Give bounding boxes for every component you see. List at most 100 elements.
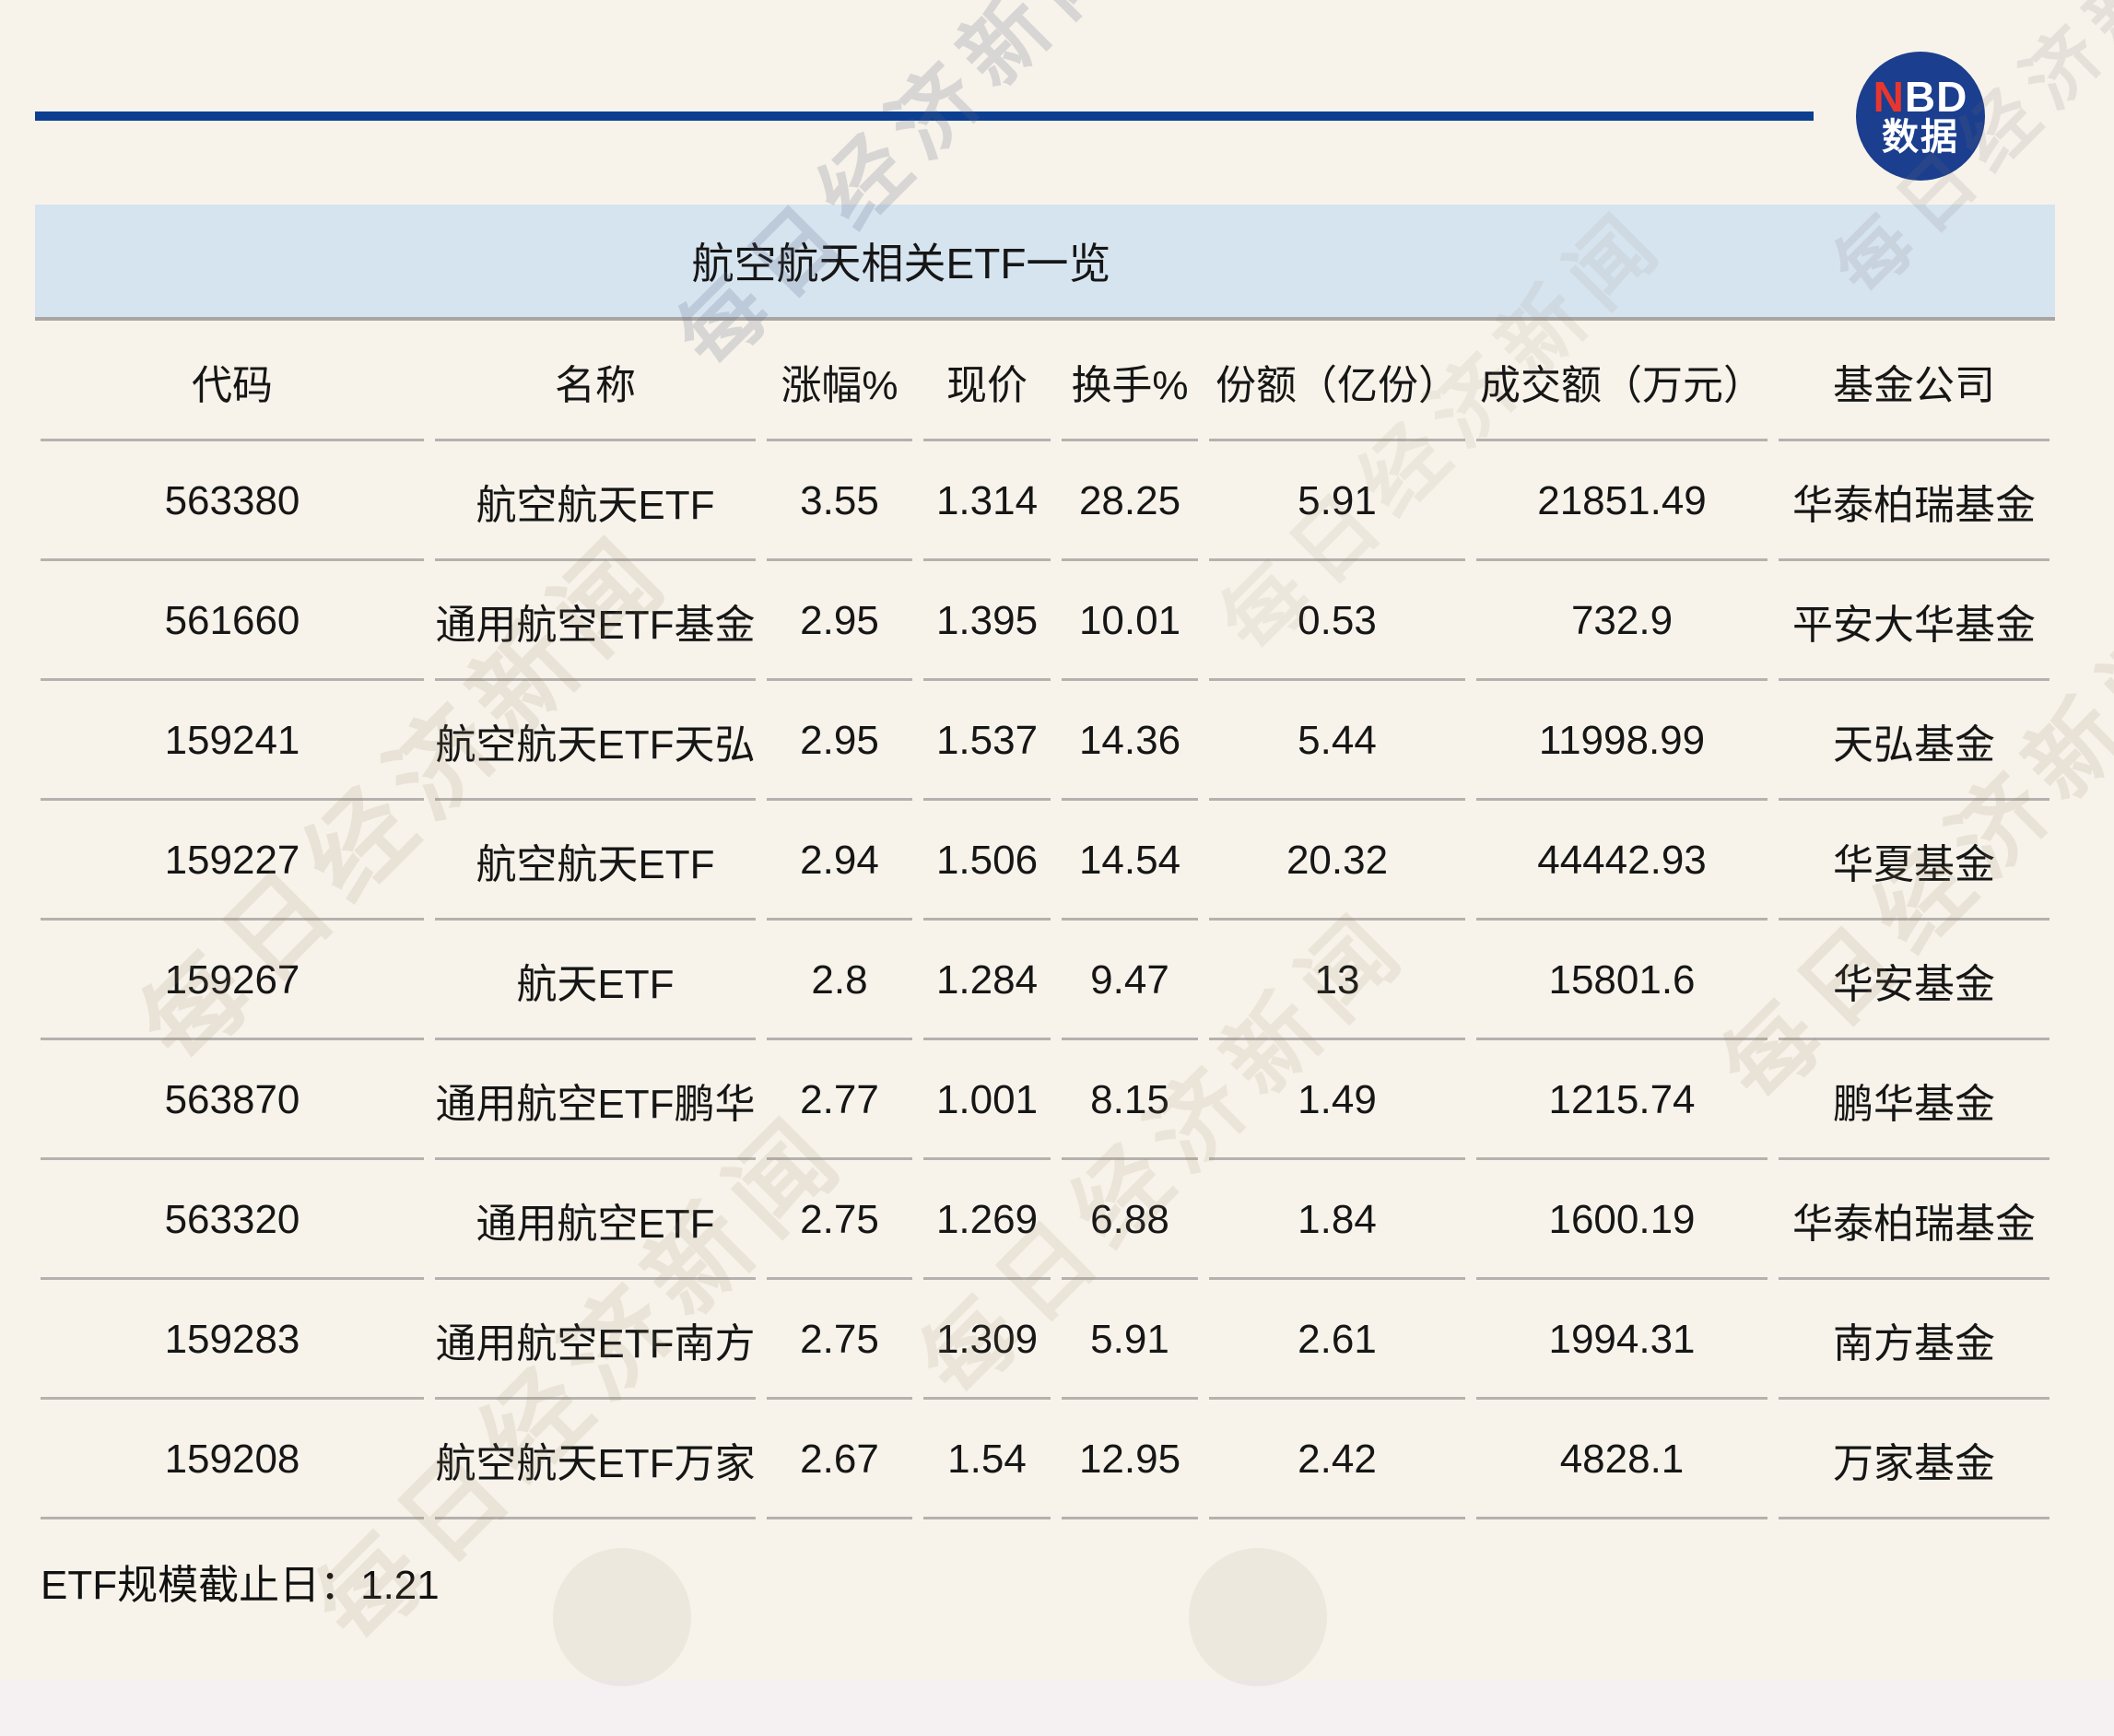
table-cell: 华泰柏瑞基金 xyxy=(1773,441,2055,561)
table-cell: 28.25 xyxy=(1056,441,1204,561)
table-cell: 1.506 xyxy=(918,801,1056,921)
nbd-logo-text: NBD xyxy=(1873,76,1968,119)
nbd-logo-letters-bd: BD xyxy=(1904,73,1968,122)
table-cell: 2.75 xyxy=(761,1280,918,1400)
table-cell: 1.309 xyxy=(918,1280,1056,1400)
table-cell: 12.95 xyxy=(1056,1400,1204,1519)
table-cell: 1.284 xyxy=(918,921,1056,1040)
top-divider-line xyxy=(35,111,1814,121)
table-cell: 5.44 xyxy=(1204,681,1471,801)
table-cell: 华泰柏瑞基金 xyxy=(1773,1160,2055,1280)
table-cell: 10.01 xyxy=(1056,561,1204,681)
table-cell: 1.269 xyxy=(918,1160,1056,1280)
column-header: 涨幅% xyxy=(761,321,918,441)
table-cell: 通用航空ETF南方 xyxy=(429,1280,761,1400)
table-cell: 4828.1 xyxy=(1471,1400,1773,1519)
table-header-row: 代码 名称 涨幅% 现价 换手% 份额（亿份） 成交额（万元） 基金公司 xyxy=(35,321,2055,441)
table-cell: 航天ETF xyxy=(429,921,761,1040)
bottom-strip xyxy=(0,1680,2114,1736)
table-cell: 1.84 xyxy=(1204,1160,1471,1280)
table-cell: 2.94 xyxy=(761,801,918,921)
table-cell: 13 xyxy=(1204,921,1471,1040)
nbd-data-logo: NBD 数据 xyxy=(1856,52,1985,181)
nbd-logo-cn-text: 数据 xyxy=(1882,117,1959,158)
table-cell: 万家基金 xyxy=(1773,1400,2055,1519)
table-cell: 159283 xyxy=(35,1280,429,1400)
table-cell: 航空航天ETF万家 xyxy=(429,1400,761,1519)
table-cell: 1600.19 xyxy=(1471,1160,1773,1280)
table-cell: 鹏华基金 xyxy=(1773,1040,2055,1160)
table-body: 563380 航空航天ETF 3.55 1.314 28.25 5.91 21851.49 华… xyxy=(35,441,2055,1519)
table-cell: 天弘基金 xyxy=(1773,681,2055,801)
table-cell: 1.001 xyxy=(918,1040,1056,1160)
table-title-banner: 航空航天相关ETF一览 xyxy=(35,205,2055,321)
table-cell: 1.395 xyxy=(918,561,1056,681)
column-header: 代码 xyxy=(35,321,429,441)
table-title: 航空航天相关ETF一览 xyxy=(691,240,1111,287)
table-cell: 通用航空ETF基金 xyxy=(429,561,761,681)
table-cell: 563870 xyxy=(35,1040,429,1160)
table-cell: 1.49 xyxy=(1204,1040,1471,1160)
table-cell: 平安大华基金 xyxy=(1773,561,2055,681)
table-cell: 通用航空ETF xyxy=(429,1160,761,1280)
table-cell: 2.75 xyxy=(761,1160,918,1280)
table-cell: 561660 xyxy=(35,561,429,681)
table-cell: 8.15 xyxy=(1056,1040,1204,1160)
table-cell: 3.55 xyxy=(761,441,918,561)
table-cell: 航空航天ETF xyxy=(429,441,761,561)
table-cell: 1.314 xyxy=(918,441,1056,561)
table-cell: 2.42 xyxy=(1204,1400,1471,1519)
table-row: 159208 航空航天ETF万家 2.67 1.54 12.95 2.42 4828.1 万家… xyxy=(35,1400,2055,1519)
table-cell: 563320 xyxy=(35,1160,429,1280)
table-cell: 1994.31 xyxy=(1471,1280,1773,1400)
table-cell: 44442.93 xyxy=(1471,801,1773,921)
table-row: 563870 通用航空ETF鹏华 2.77 1.001 8.15 1.49 1215.74 鹏… xyxy=(35,1040,2055,1160)
table-cell: 5.91 xyxy=(1056,1280,1204,1400)
table-row: 563320 通用航空ETF 2.75 1.269 6.88 1.84 1600.19 华泰柏… xyxy=(35,1160,2055,1280)
footnote-etf-cutoff-date: ETF规模截止日：1.21 xyxy=(41,1563,440,1608)
table-row: 563380 航空航天ETF 3.55 1.314 28.25 5.91 21851.49 华… xyxy=(35,441,2055,561)
table-cell: 159208 xyxy=(35,1400,429,1519)
table-cell: 航空航天ETF天弘 xyxy=(429,681,761,801)
watermark-logo-blob xyxy=(553,1548,691,1686)
table-cell: 1.54 xyxy=(918,1400,1056,1519)
table-cell: 14.54 xyxy=(1056,801,1204,921)
table-cell: 华安基金 xyxy=(1773,921,2055,1040)
table-cell: 1.537 xyxy=(918,681,1056,801)
table-cell: 1215.74 xyxy=(1471,1040,1773,1160)
table-cell: 华夏基金 xyxy=(1773,801,2055,921)
table-cell: 159267 xyxy=(35,921,429,1040)
table-cell: 15801.6 xyxy=(1471,921,1773,1040)
table-cell: 11998.99 xyxy=(1471,681,1773,801)
table-cell: 2.61 xyxy=(1204,1280,1471,1400)
etf-table: 代码 名称 涨幅% 现价 换手% 份额（亿份） 成交额（万元） 基金公司 563380 航空航天… xyxy=(35,321,2055,1519)
column-header: 现价 xyxy=(918,321,1056,441)
table-cell: 21851.49 xyxy=(1471,441,1773,561)
table-cell: 2.67 xyxy=(761,1400,918,1519)
table-cell: 5.91 xyxy=(1204,441,1471,561)
table-cell: 20.32 xyxy=(1204,801,1471,921)
table-cell: 563380 xyxy=(35,441,429,561)
table-row: 159267 航天ETF 2.8 1.284 9.47 13 15801.6 华安基金 xyxy=(35,921,2055,1040)
column-header: 成交额（万元） xyxy=(1471,321,1773,441)
table-cell: 9.47 xyxy=(1056,921,1204,1040)
table-row: 561660 通用航空ETF基金 2.95 1.395 10.01 0.53 732.9 平安… xyxy=(35,561,2055,681)
table-row: 159241 航空航天ETF天弘 2.95 1.537 14.36 5.44 11998.9… xyxy=(35,681,2055,801)
column-header: 换手% xyxy=(1056,321,1204,441)
table-cell: 14.36 xyxy=(1056,681,1204,801)
table-row: 159227 航空航天ETF 2.94 1.506 14.54 20.32 44442.93… xyxy=(35,801,2055,921)
column-header: 名称 xyxy=(429,321,761,441)
etf-infographic-root: NBD 数据 航空航天相关ETF一览 代码 名称 涨幅% 现价 换手% 份额（亿份） 成交额… xyxy=(0,0,2114,1736)
table-cell: 航空航天ETF xyxy=(429,801,761,921)
table-cell: 2.95 xyxy=(761,561,918,681)
table-cell: 南方基金 xyxy=(1773,1280,2055,1400)
watermark-logo-blob xyxy=(1189,1548,1327,1686)
table-cell: 2.77 xyxy=(761,1040,918,1160)
table-cell: 159241 xyxy=(35,681,429,801)
table-cell: 2.8 xyxy=(761,921,918,1040)
table-cell: 6.88 xyxy=(1056,1160,1204,1280)
table-cell: 159227 xyxy=(35,801,429,921)
table-cell: 732.9 xyxy=(1471,561,1773,681)
column-header: 基金公司 xyxy=(1773,321,2055,441)
table-cell: 2.95 xyxy=(761,681,918,801)
